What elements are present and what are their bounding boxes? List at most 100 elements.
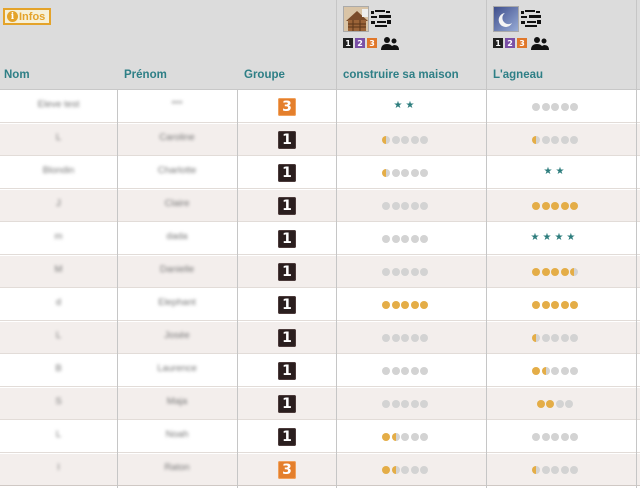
progress-dot bbox=[391, 169, 400, 177]
group-badge[interactable]: 1 bbox=[278, 296, 296, 314]
progress-dots[interactable] bbox=[532, 102, 578, 112]
table-row[interactable]: Blondin Charlotte 1 ★ ★ bbox=[0, 157, 640, 189]
group-badge[interactable]: 1 bbox=[278, 197, 296, 215]
progress-dots[interactable] bbox=[382, 300, 428, 310]
progress-dot bbox=[410, 367, 419, 375]
student-first-name: Laurence bbox=[157, 363, 197, 374]
progress-dot bbox=[391, 400, 400, 408]
table-row[interactable]: l Raton 3 bbox=[0, 454, 640, 486]
student-first-name: Josée bbox=[164, 330, 190, 341]
column-header-nom[interactable]: Nom bbox=[4, 69, 30, 81]
progress-dots[interactable] bbox=[532, 300, 578, 310]
table-row[interactable]: m dada 1 ★ ★ ★ ★ bbox=[0, 223, 640, 255]
progress-dot bbox=[551, 466, 559, 474]
progress-dots[interactable] bbox=[382, 399, 428, 409]
star-icon: ★ bbox=[566, 232, 576, 243]
house-construction-image[interactable] bbox=[343, 6, 369, 32]
group-badge[interactable]: 1 bbox=[278, 230, 296, 248]
progress-dots[interactable] bbox=[532, 465, 578, 475]
level-badge-2[interactable]: 2 bbox=[355, 38, 365, 48]
moon-night-image[interactable] bbox=[493, 6, 519, 32]
column-header-groupe[interactable]: Groupe bbox=[244, 69, 285, 81]
progress-dot bbox=[541, 103, 550, 111]
star-rating[interactable]: ★ ★ ★ ★ bbox=[531, 233, 576, 243]
level-badge-2[interactable]: 2 bbox=[505, 38, 515, 48]
progress-dot bbox=[551, 103, 559, 111]
progress-dots[interactable] bbox=[536, 399, 574, 409]
student-last-name: B bbox=[55, 363, 62, 374]
student-last-name: Blondin bbox=[42, 165, 75, 176]
progress-dots[interactable] bbox=[382, 168, 428, 178]
table-row[interactable]: d Elephant 1 bbox=[0, 289, 640, 321]
progress-dot bbox=[401, 136, 409, 144]
level-badge-1[interactable]: 1 bbox=[493, 38, 503, 48]
column-header-activity-2[interactable]: L'agneau bbox=[493, 69, 543, 81]
level-badge-3[interactable]: 3 bbox=[367, 38, 377, 48]
table-row[interactable]: L Noah 1 bbox=[0, 421, 640, 453]
progress-dot bbox=[532, 268, 540, 276]
group-badge[interactable]: 1 bbox=[278, 329, 296, 347]
progress-dots[interactable] bbox=[532, 267, 578, 277]
column-header-prenom[interactable]: Prénom bbox=[124, 69, 167, 81]
progress-dots[interactable] bbox=[382, 465, 428, 475]
progress-dot bbox=[420, 301, 428, 309]
progress-dots[interactable] bbox=[382, 135, 428, 145]
group-badge[interactable]: 1 bbox=[278, 395, 296, 413]
group-badge[interactable]: 3 bbox=[278, 98, 296, 116]
group-users-icon[interactable] bbox=[381, 36, 399, 50]
group-badge[interactable]: 1 bbox=[278, 362, 296, 380]
progress-dot bbox=[541, 334, 550, 342]
progress-dots[interactable] bbox=[382, 432, 428, 442]
group-users-icon[interactable] bbox=[531, 36, 549, 50]
progress-dot bbox=[541, 268, 550, 276]
student-last-name: d bbox=[55, 297, 62, 308]
student-first-name: Charlotte bbox=[157, 165, 197, 176]
table-row[interactable]: B Laurence 1 bbox=[0, 355, 640, 387]
progress-dots[interactable] bbox=[532, 135, 578, 145]
qr-code-icon[interactable] bbox=[371, 10, 391, 28]
progress-dot bbox=[551, 202, 559, 210]
group-badge[interactable]: 3 bbox=[278, 461, 296, 479]
progress-dots[interactable] bbox=[532, 201, 578, 211]
star-icon: ★ bbox=[542, 232, 552, 243]
progress-dot bbox=[391, 136, 400, 144]
level-badge-1[interactable]: 1 bbox=[343, 38, 353, 48]
group-badge[interactable]: 1 bbox=[278, 428, 296, 446]
star-icon: ★ bbox=[405, 100, 415, 111]
star-rating[interactable]: ★ ★ bbox=[394, 101, 415, 111]
level-badge-3[interactable]: 3 bbox=[517, 38, 527, 48]
table-row[interactable]: L Caroline 1 bbox=[0, 124, 640, 156]
column-header-activity-1[interactable]: construire sa maison bbox=[343, 69, 459, 81]
progress-dot bbox=[532, 334, 540, 342]
star-rating[interactable]: ★ ★ bbox=[544, 167, 565, 177]
column-divider bbox=[336, 0, 337, 488]
column-divider bbox=[117, 90, 118, 488]
progress-dots[interactable] bbox=[382, 267, 428, 277]
group-badge[interactable]: 1 bbox=[278, 263, 296, 281]
progress-dot bbox=[391, 433, 400, 441]
progress-dot bbox=[541, 136, 550, 144]
progress-dots[interactable] bbox=[382, 201, 428, 211]
table-row[interactable]: J Claire 1 bbox=[0, 190, 640, 222]
table-row[interactable]: L Josée 1 bbox=[0, 322, 640, 354]
group-badge[interactable]: 1 bbox=[278, 164, 296, 182]
qr-code-icon[interactable] bbox=[521, 10, 541, 28]
table-row[interactable]: Eleve test *** 3 ★ ★ bbox=[0, 91, 640, 123]
progress-dots[interactable] bbox=[532, 366, 578, 376]
table-row[interactable]: M Danielle 1 bbox=[0, 256, 640, 288]
student-last-name: L bbox=[55, 132, 62, 143]
star-icon: ★ bbox=[530, 232, 540, 243]
progress-dots[interactable] bbox=[532, 333, 578, 343]
group-badge[interactable]: 1 bbox=[278, 131, 296, 149]
progress-dot bbox=[532, 367, 540, 375]
table-row[interactable]: S Maja 1 bbox=[0, 388, 640, 420]
infos-button[interactable]: i Infos bbox=[3, 8, 51, 25]
progress-dot bbox=[551, 136, 559, 144]
progress-dots[interactable] bbox=[382, 234, 428, 244]
progress-dots[interactable] bbox=[382, 366, 428, 376]
progress-dots[interactable] bbox=[532, 432, 578, 442]
progress-dots[interactable] bbox=[382, 333, 428, 343]
progress-dot bbox=[420, 367, 428, 375]
star-icon: ★ bbox=[554, 232, 564, 243]
column-headers: Nom Prénom Groupe construire sa maison L… bbox=[0, 66, 640, 90]
